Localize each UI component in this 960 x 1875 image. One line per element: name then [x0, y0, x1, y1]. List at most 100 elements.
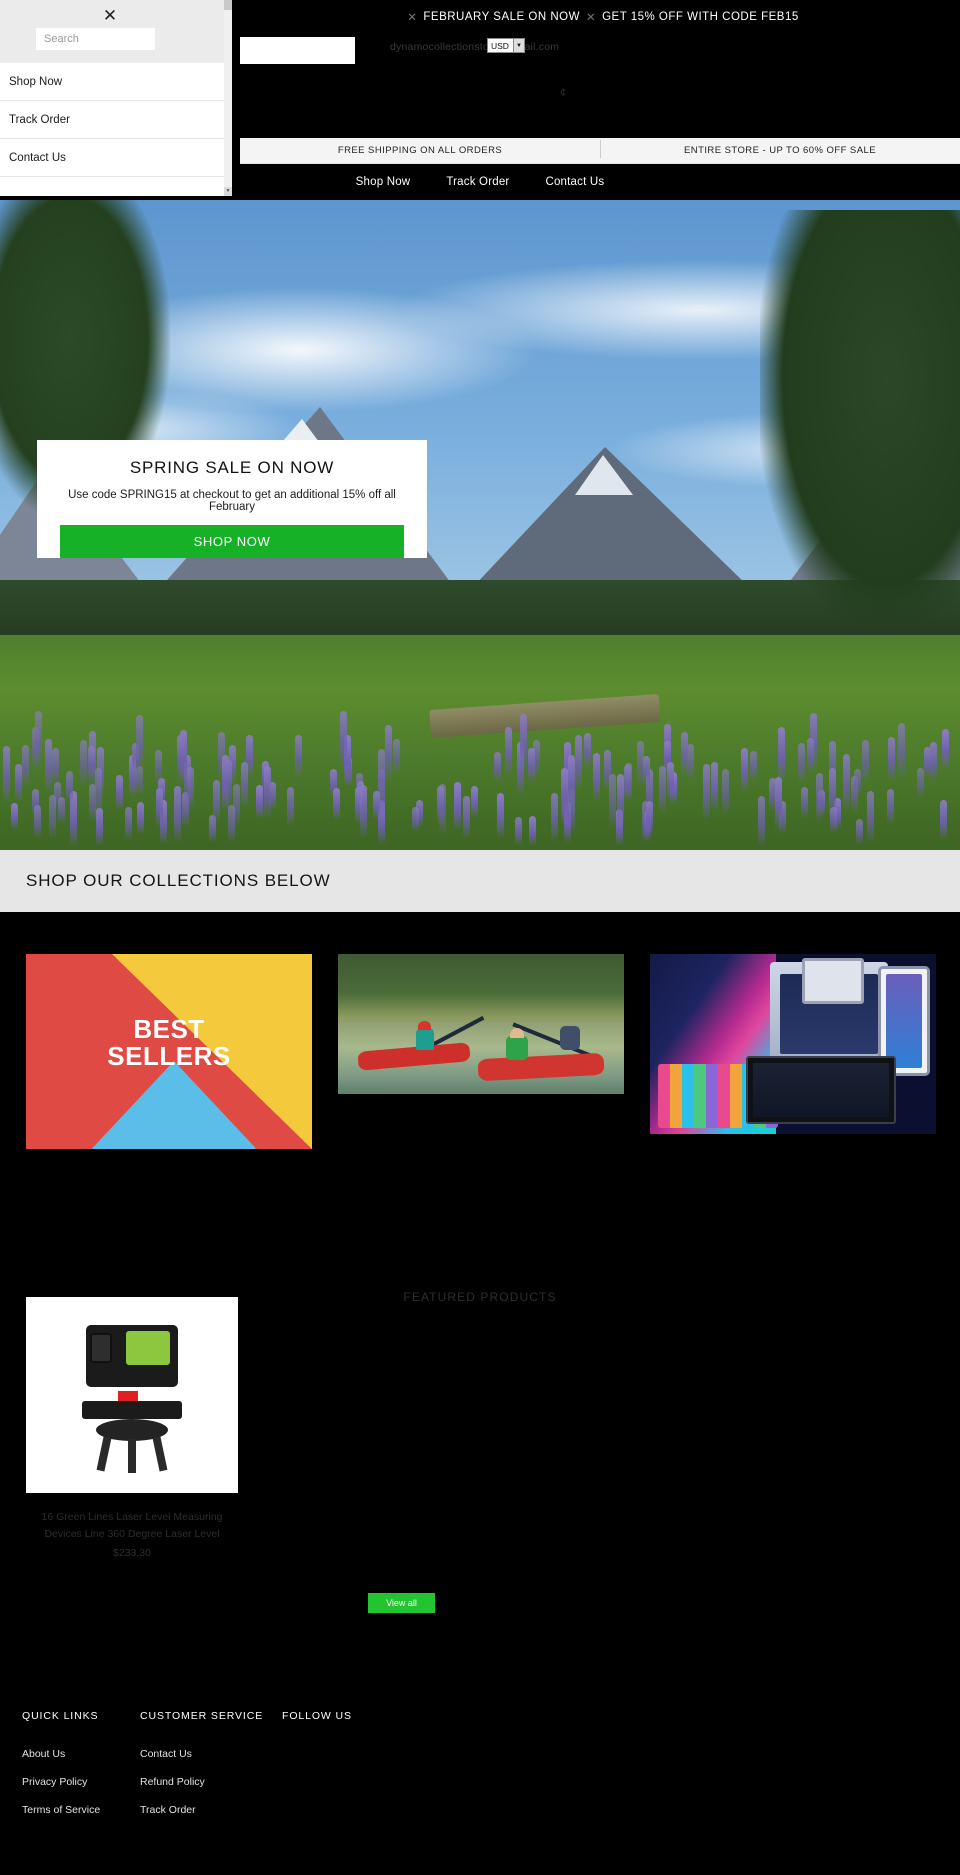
paddler-1-head [418, 1021, 431, 1030]
lupine-stem [711, 762, 718, 814]
footer-column-customer-service: CUSTOMER SERVICE Contact Us Refund Polic… [140, 1710, 263, 1832]
lupine-stem [58, 797, 65, 826]
announcement-bar: ✕ FEBRUARY SALE ON NOW ✕ GET 15% OFF WIT… [240, 0, 960, 34]
laser-power-button [118, 1391, 138, 1401]
footer-heading-quick-links: QUICK LINKS [22, 1710, 100, 1722]
collection-card-outdoors[interactable] [338, 954, 624, 1094]
lupine-stem [471, 786, 478, 819]
lupine-stem [750, 751, 757, 782]
footer-link-track-order[interactable]: Track Order [140, 1804, 263, 1816]
lupine-stem [295, 735, 302, 780]
drawer-item-track-order[interactable]: Track Order [0, 101, 232, 139]
drawer-scrollbar[interactable]: ▲ ▼ [224, 0, 232, 196]
hero-shop-now-button[interactable]: SHOP NOW [60, 525, 404, 558]
lupine-stem [843, 754, 850, 814]
lupine-stem [3, 746, 10, 805]
paddler-1 [416, 1028, 434, 1050]
search-input[interactable] [36, 28, 155, 50]
lupine-stem [373, 791, 380, 821]
lupine-stem [887, 789, 894, 826]
lupine-stem [930, 742, 937, 782]
drawer-item-shop-now[interactable]: Shop Now [0, 63, 232, 101]
lupine-stem [942, 729, 949, 771]
nav-item-contact-us[interactable]: Contact Us [545, 176, 604, 188]
lupine-stem [898, 723, 905, 781]
lupine-stem [137, 802, 144, 836]
lupine-stem [775, 777, 782, 833]
lupine-stem [96, 808, 103, 848]
collections-grid: BEST SELLERS BEST SELLERS OUTDOORS and S… [0, 912, 960, 1232]
announcement-separator-icon: ✕ [407, 10, 417, 24]
nav-item-shop-now[interactable]: Shop Now [356, 176, 411, 188]
currency-selector[interactable]: USD ▼ [487, 38, 525, 53]
cart-icon[interactable]: ¢ [560, 87, 566, 99]
scroll-down-icon[interactable]: ▼ [224, 187, 232, 196]
lupine-stem [116, 775, 123, 812]
lupine-stem [174, 786, 181, 846]
lupine-stem [136, 715, 143, 774]
lupine-stem [798, 743, 805, 785]
scrollbar-thumb[interactable] [224, 0, 232, 10]
close-icon[interactable]: ✕ [101, 7, 119, 25]
footer-link-privacy-policy[interactable]: Privacy Policy [22, 1776, 100, 1788]
lupine-stem [393, 739, 400, 776]
collections-heading: SHOP OUR COLLECTIONS BELOW [26, 871, 331, 891]
drawer-header: ✕ [0, 0, 232, 63]
lupine-stem [758, 796, 765, 850]
lupine-stem [940, 800, 947, 842]
lupine-stem [385, 725, 392, 784]
lupine-stem [609, 774, 616, 833]
lupine-stem [80, 740, 87, 788]
lupine-stem [505, 727, 512, 778]
footer-link-about-us[interactable]: About Us [22, 1748, 100, 1760]
drawer-item-contact-us[interactable]: Contact Us [0, 139, 232, 177]
view-all-button[interactable]: View all [368, 1593, 435, 1613]
lupine-stem [646, 801, 653, 836]
lupine-stem [520, 714, 527, 774]
lupine-stem [15, 764, 22, 804]
lupine-stem [264, 766, 271, 820]
lupine-stem [830, 807, 837, 834]
lupine-stem [340, 711, 347, 771]
store-logo[interactable] [240, 37, 355, 64]
laser-base [82, 1401, 182, 1419]
footer-link-refund-policy[interactable]: Refund Policy [140, 1776, 263, 1788]
lupine-stem [741, 748, 748, 794]
lupine-stem [11, 803, 18, 831]
lupine-stem [49, 795, 56, 842]
collection-tile-text: BEST SELLERS [26, 1016, 312, 1071]
lupine-stem [34, 805, 41, 840]
lupine-stem [213, 780, 220, 826]
menu-drawer: ✕ Shop Now Track Order Contact Us ▲ ▼ [0, 0, 232, 196]
product-title: 16 Green Lines Laser Level Measuring Dev… [26, 1509, 238, 1544]
lupine-stem [643, 756, 650, 787]
lupine-stem [333, 788, 340, 822]
lupine-stem [22, 745, 29, 789]
lupine-stem [494, 752, 501, 783]
laser-lens [90, 1333, 112, 1363]
snowcap-icon-2 [575, 455, 633, 495]
lupine-stem [412, 807, 419, 833]
promo-item-sale: ENTIRE STORE - UP TO 60% OFF SALE [600, 145, 960, 156]
collection-card-best-sellers[interactable]: BEST SELLERS [26, 954, 312, 1149]
lupine-stem [722, 769, 729, 817]
nav-item-track-order[interactable]: Track Order [446, 176, 509, 188]
lupine-stem [801, 787, 808, 820]
collection-card-electronics[interactable] [650, 954, 936, 1134]
lupine-stem [437, 786, 444, 826]
product-card[interactable]: 16 Green Lines Laser Level Measuring Dev… [26, 1297, 238, 1559]
lupine-flowers [0, 700, 960, 850]
lupine-stem [241, 762, 248, 810]
lupine-stem [125, 807, 132, 842]
lupine-stem [667, 762, 674, 802]
tripod-leg-1 [97, 1437, 112, 1472]
product-title-line-2: Devices Line 360 Degree Laser Level [26, 1526, 238, 1543]
footer-link-terms-of-service[interactable]: Terms of Service [22, 1804, 100, 1816]
product-price: $233.30 [26, 1547, 238, 1559]
footer-link-contact-us[interactable]: Contact Us [140, 1748, 263, 1760]
footer-heading-customer-service: CUSTOMER SERVICE [140, 1710, 263, 1722]
lupine-stem [617, 774, 624, 827]
lupine-stem [807, 738, 814, 775]
footer-heading-follow-us: FOLLOW US [282, 1710, 352, 1722]
lupine-stem [867, 791, 874, 845]
